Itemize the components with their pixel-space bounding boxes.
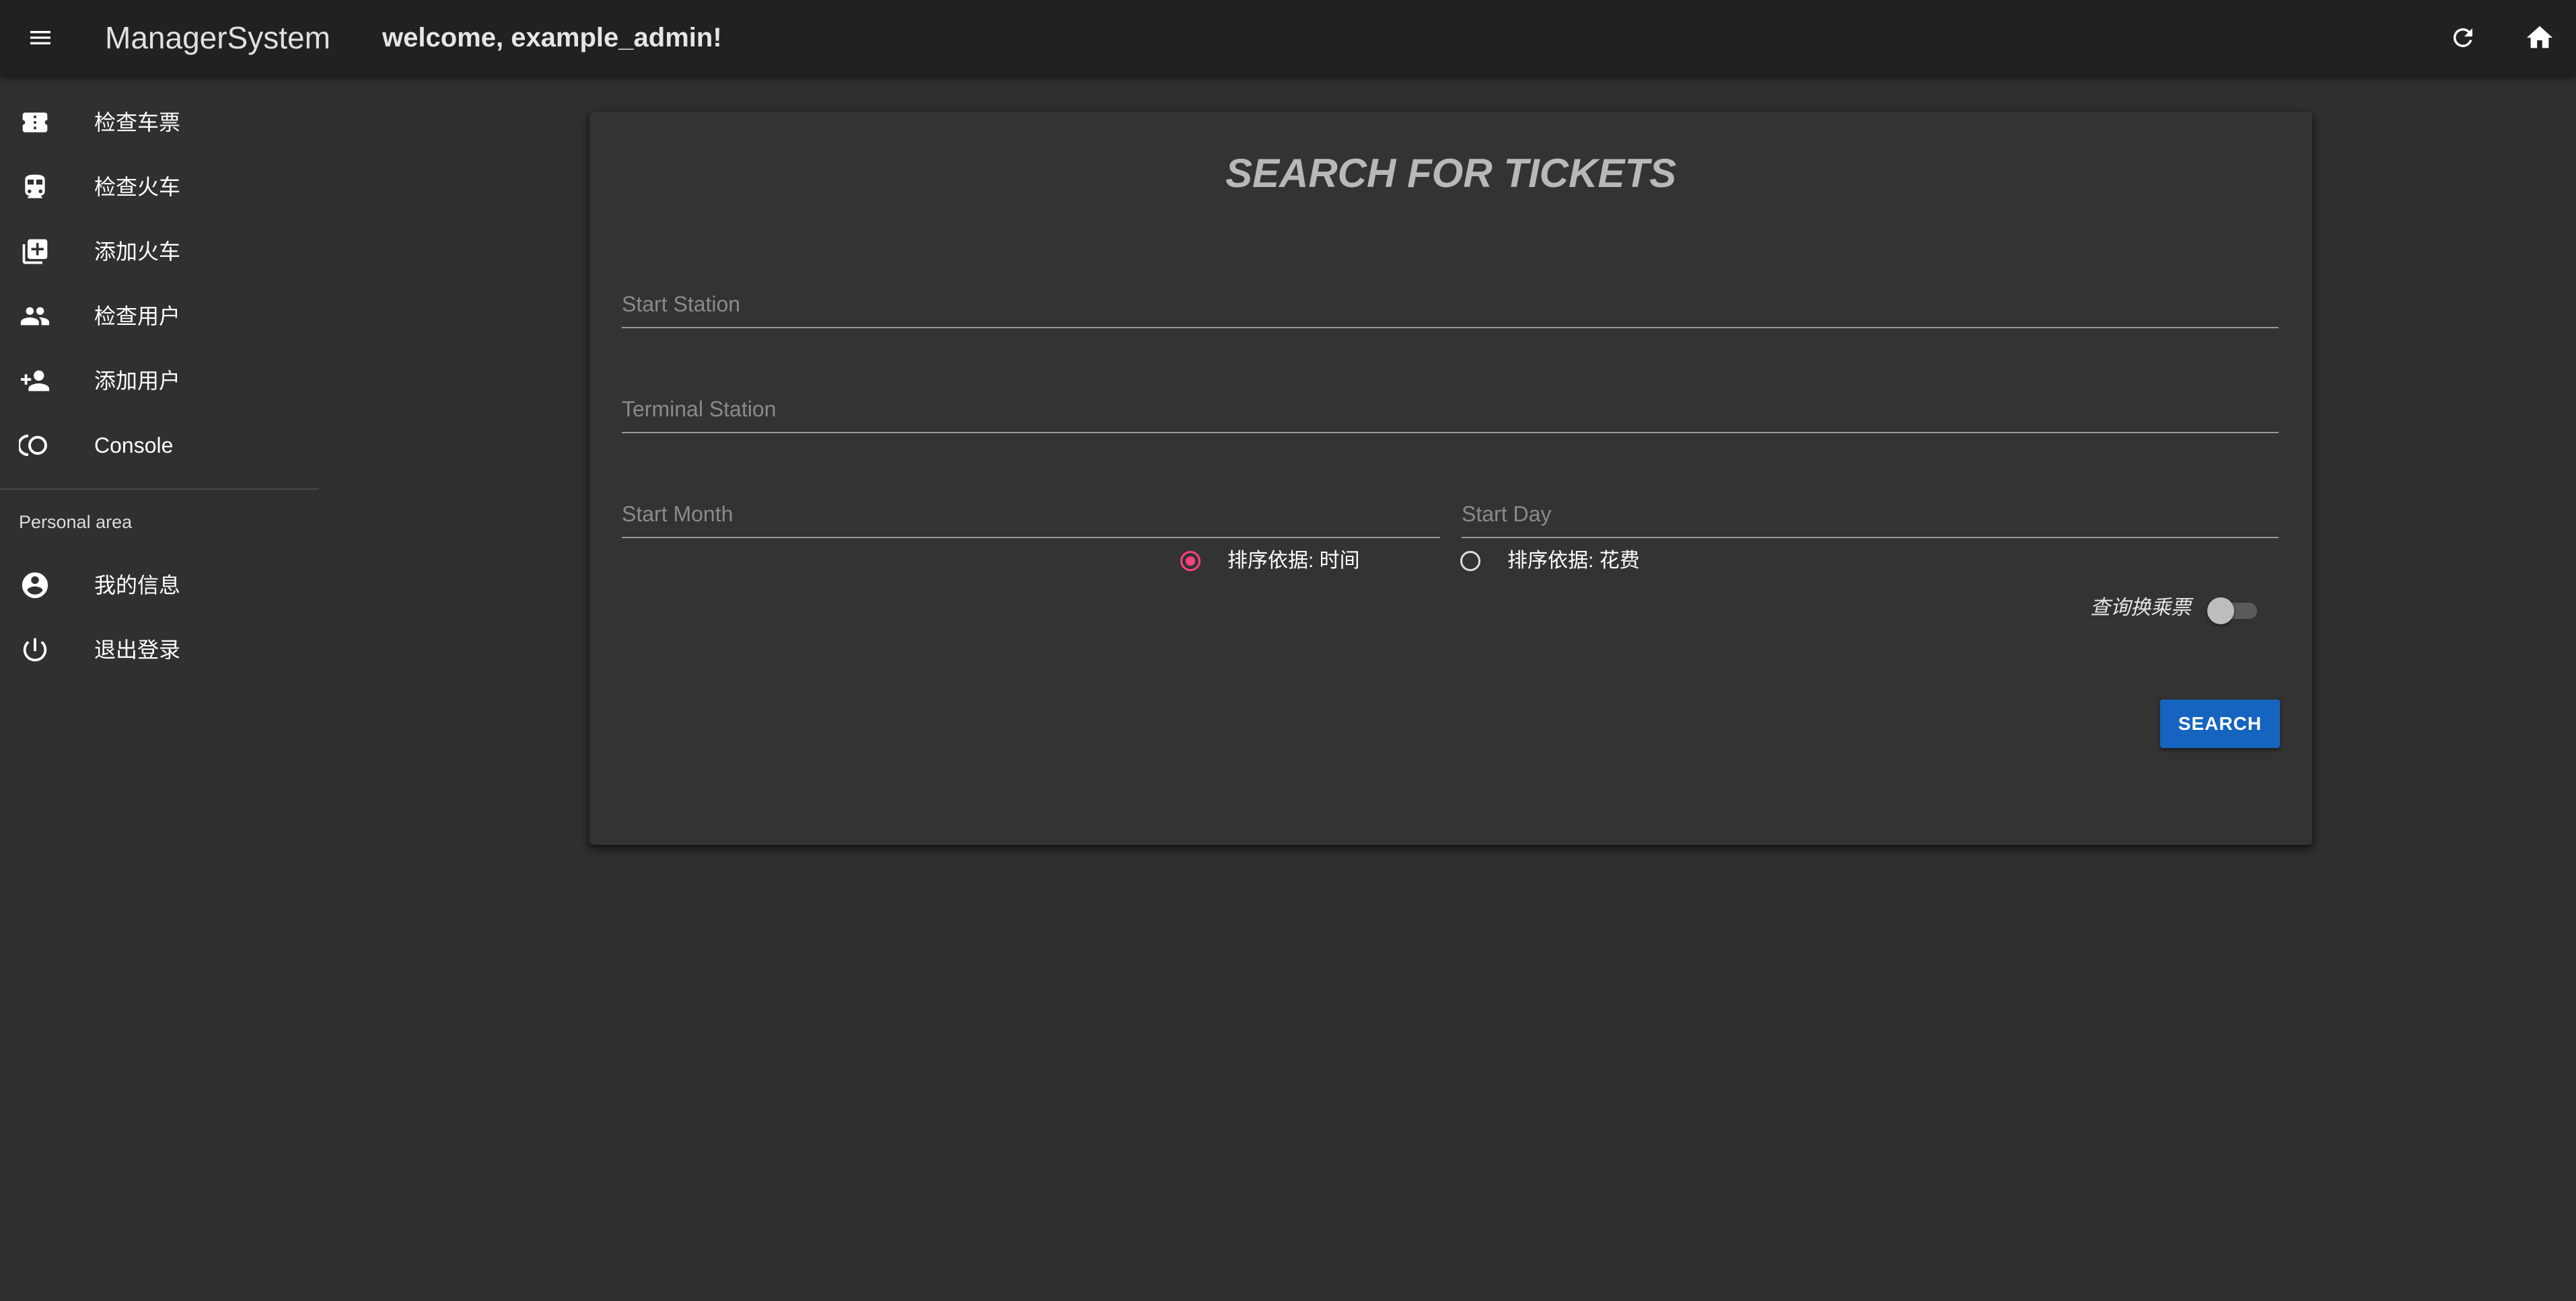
train-icon	[19, 171, 51, 203]
radio-unchecked-icon	[1460, 551, 1480, 571]
start-station-field[interactable]: Start Station	[622, 264, 2279, 328]
sidebar-item-check-users[interactable]: 检查用户	[0, 284, 319, 348]
sidebar-item-label: 检查火车	[94, 175, 181, 199]
terminal-station-field[interactable]: Terminal Station	[622, 369, 2279, 433]
search-button[interactable]: SEARCH	[2160, 700, 2280, 748]
account-circle-icon	[19, 569, 51, 601]
menu-icon	[30, 31, 50, 44]
sidebar-divider	[0, 488, 319, 490]
start-month-placeholder: Start Month	[622, 502, 734, 526]
terminal-station-placeholder: Terminal Station	[622, 397, 777, 421]
refresh-icon	[2453, 28, 2472, 47]
power-icon	[19, 634, 51, 666]
home-icon	[2526, 26, 2553, 48]
sidebar-item-check-tickets[interactable]: 检查车票	[0, 90, 319, 155]
sidebar: 检查车票 检查火车 添加火车 检查用户 添加用户 Console Persona…	[0, 75, 319, 1301]
sidebar-item-my-info[interactable]: 我的信息	[0, 553, 319, 618]
home-button[interactable]	[2521, 19, 2559, 57]
start-day-field[interactable]: Start Day	[1462, 474, 2279, 538]
ticket-icon	[19, 106, 51, 139]
welcome-message: welcome, example_admin!	[382, 23, 722, 52]
transfer-toggle[interactable]	[2207, 597, 2261, 624]
search-card: SEARCH FOR TICKETS Start Station Termina…	[589, 112, 2312, 845]
sidebar-item-label: 我的信息	[94, 573, 181, 597]
sidebar-item-label: 添加用户	[94, 369, 181, 393]
refresh-button[interactable]	[2445, 20, 2480, 55]
sidebar-item-logout[interactable]: 退出登录	[0, 618, 319, 682]
sidebar-item-console[interactable]: Console	[0, 413, 319, 478]
sidebar-item-label: 检查用户	[94, 304, 181, 328]
page-title: SEARCH FOR TICKETS	[1225, 151, 1677, 196]
people-icon	[19, 300, 51, 332]
sidebar-item-label: Console	[94, 433, 174, 457]
sidebar-item-label: 退出登录	[94, 638, 181, 662]
start-month-field[interactable]: Start Month	[622, 474, 1440, 538]
sort-by-cost-radio[interactable]: 排序依据: 花费	[1460, 548, 1640, 574]
sort-by-time-radio[interactable]: 排序依据: 时间	[1180, 548, 1360, 574]
console-icon	[19, 429, 51, 461]
start-day-placeholder: Start Day	[1462, 502, 1552, 526]
sidebar-item-label: 检查车票	[94, 110, 181, 135]
app-bar: ManagerSystem welcome, example_admin!	[0, 0, 2576, 75]
sort-by-time-label: 排序依据: 时间	[1227, 550, 1360, 572]
sort-by-cost-label: 排序依据: 花费	[1507, 550, 1640, 572]
sidebar-item-label: 添加火车	[94, 239, 181, 264]
sidebar-item-add-train[interactable]: 添加火车	[0, 219, 319, 284]
add-box-icon	[19, 235, 51, 268]
menu-button[interactable]	[24, 22, 57, 54]
personal-area-header: Personal area	[19, 512, 133, 532]
person-add-icon	[19, 365, 51, 397]
start-station-placeholder: Start Station	[622, 292, 741, 316]
transfer-toggle-label: 查询换乘票	[2090, 597, 2191, 619]
app-title: ManagerSystem	[105, 20, 330, 55]
toggle-thumb	[2207, 597, 2234, 624]
sidebar-item-add-user[interactable]: 添加用户	[0, 348, 319, 413]
sidebar-item-check-trains[interactable]: 检查火车	[0, 155, 319, 219]
radio-checked-icon	[1180, 551, 1201, 571]
